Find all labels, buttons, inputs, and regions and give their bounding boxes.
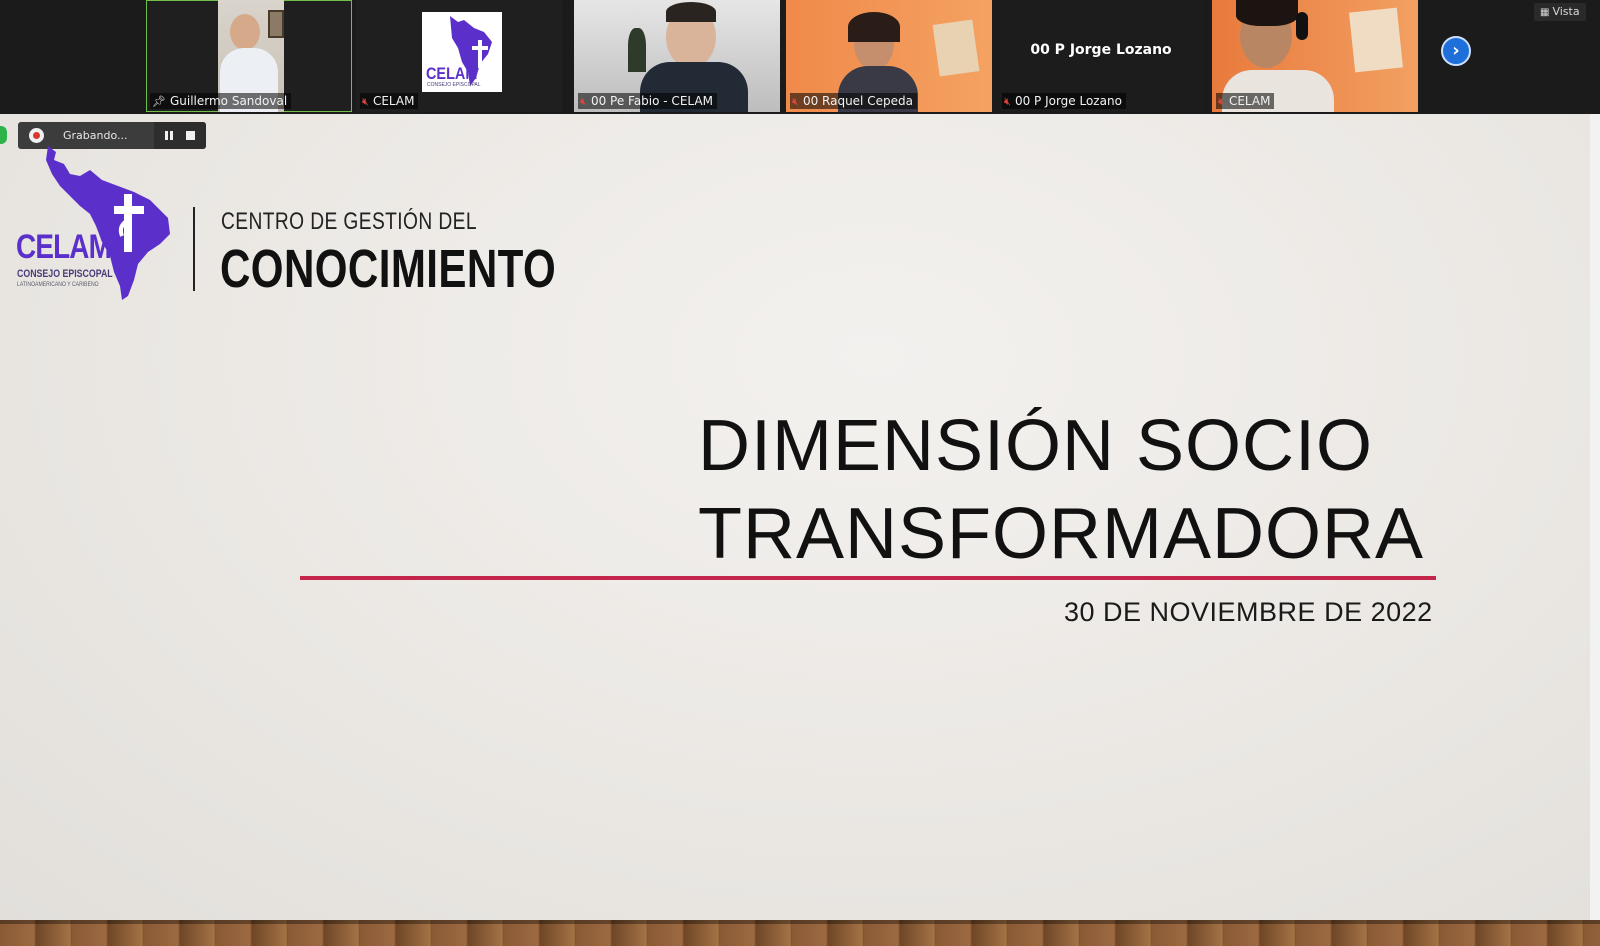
mic-muted-icon: 🔇︎ [1004,95,1011,108]
mic-muted-icon: 🔇︎ [792,95,799,108]
participant-tile[interactable]: 🔇︎ 00 Raquel Cepeda [786,0,992,112]
participant-tile[interactable]: 🔇︎ 00 Pe Fabio - CELAM [574,0,780,112]
mic-muted-icon: 🔇︎ [1218,95,1225,108]
mic-muted-icon: 🔇︎ [362,95,369,108]
participant-name: 🔇︎ 00 P Jorge Lozano [1002,93,1126,109]
celam-logo: CELAM CONSEJO EPISCOPAL [422,12,502,92]
slide-title-line-2: TRANSFORMADORA [698,494,1425,574]
participant-name: 🔇︎ 00 Pe Fabio - CELAM [578,93,717,109]
title-underline [300,576,1436,580]
participant-name: 🔇︎ CELAM [1216,93,1275,109]
mic-muted-icon: 🔇︎ [580,95,587,108]
pin-icon: 📌︎ [152,95,166,108]
logo-line-1: CENTRO DE GESTIÓN DEL [221,208,477,235]
participant-tile[interactable]: CELAM CONSEJO EPISCOPAL 🔇︎ CELAM [356,0,562,112]
chevron-right-icon: › [1452,40,1460,61]
grid-icon: ▦ [1540,7,1550,18]
view-button[interactable]: ▦ Vista [1534,3,1586,21]
slide-title-line-1: DIMENSIÓN SOCIO [698,406,1374,486]
logo-divider [193,207,195,291]
participant-name: 📌︎ Guillermo Sandoval [150,93,292,109]
participant-name: 🔇︎ 00 Raquel Cepeda [790,93,917,109]
logo-line-2: CONOCIMIENTO [220,239,557,299]
logo-subtitle-small: LATINOAMERICANO Y CARIBEÑO [17,282,99,288]
screen-share-indicator [0,126,7,144]
celam-logo-subtext: CONSEJO EPISCOPAL [427,82,481,88]
next-page-button[interactable]: › [1441,36,1471,66]
slide-floor-decoration [0,920,1600,946]
celam-logo-text: CELAM [426,64,478,83]
participant-tile[interactable]: 00 P Jorge Lozano 🔇︎ 00 P Jorge Lozano [998,0,1204,112]
participant-name: 🔇︎ CELAM [360,93,419,109]
participant-tile[interactable]: 🔇︎ CELAM [1212,0,1418,112]
logo-subtitle: CONSEJO EPISCOPAL [17,268,113,280]
stop-recording-button[interactable] [186,131,195,140]
logo-celam-text: CELAM [16,228,112,266]
slide-date: 30 DE NOVIEMBRE DE 2022 [1064,597,1433,627]
participant-strip: 📌︎ Guillermo Sandoval CELAM CONSEJO EPISC… [0,0,1600,114]
participant-video-off-name: 00 P Jorge Lozano [1030,42,1172,58]
slide-edge [1590,114,1600,920]
participant-tile[interactable]: 📌︎ Guillermo Sandoval [146,0,352,112]
